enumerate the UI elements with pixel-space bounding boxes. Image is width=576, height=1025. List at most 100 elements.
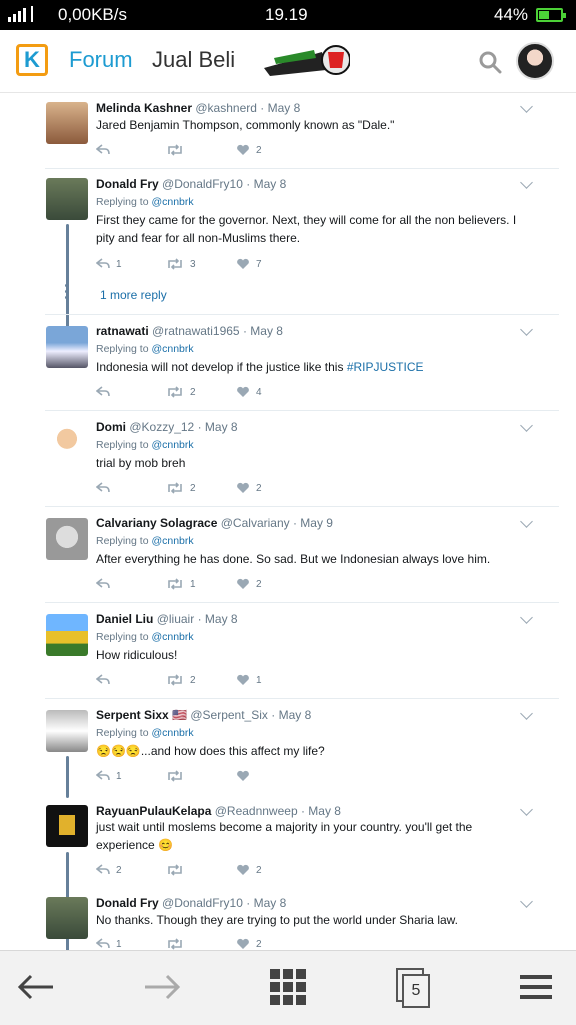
avatar[interactable] [46, 422, 88, 464]
avatar[interactable] [46, 897, 88, 939]
heart-icon [237, 938, 249, 949]
reply-button[interactable] [96, 578, 116, 590]
avatar[interactable] [46, 326, 88, 368]
tweet-handle[interactable]: @DonaldFry10 [162, 896, 243, 910]
tweet-date[interactable]: · May 8 [198, 612, 238, 626]
avatar[interactable] [46, 710, 88, 752]
tweet-date[interactable]: · May 8 [271, 708, 311, 722]
tweet-text: 😒😒😒...and how does this affect my life? [96, 744, 325, 758]
chevron-down-icon[interactable] [520, 611, 533, 624]
nav-jual-beli[interactable]: Jual Beli [152, 47, 235, 73]
chevron-down-icon[interactable] [520, 100, 533, 113]
tweet-author[interactable]: Calvariany Solagrace [96, 516, 217, 530]
tweet-author[interactable]: Serpent Sixx [96, 708, 169, 722]
like-button[interactable]: 7 [236, 258, 262, 270]
retweet-button[interactable] [166, 770, 190, 782]
retweet-button[interactable]: 2 [166, 386, 196, 398]
chevron-down-icon[interactable] [520, 803, 533, 816]
chevron-down-icon[interactable] [520, 895, 533, 908]
reply-mention[interactable]: @cnnbrk [151, 196, 193, 208]
browser-toolbar [0, 950, 576, 1025]
like-button[interactable]: 2 [236, 864, 262, 876]
reply-mention[interactable]: @cnnbrk [151, 631, 193, 643]
avatar[interactable] [46, 518, 88, 560]
reply-icon [96, 770, 110, 781]
sundul-italia-logo[interactable] [262, 40, 350, 82]
tweet-author[interactable]: Donald Fry [96, 177, 159, 191]
profile-avatar[interactable] [516, 42, 554, 80]
reply-icon [96, 938, 110, 949]
reply-button[interactable] [96, 674, 116, 686]
retweet-button[interactable] [166, 144, 190, 156]
reply-mention[interactable]: @cnnbrk [151, 535, 193, 547]
tweet-date[interactable]: · May 9 [293, 516, 333, 530]
apps-grid-button[interactable] [268, 967, 308, 1007]
tweet-handle[interactable]: @kashnerd [195, 101, 257, 115]
tweet-handle[interactable]: @ratnawati1965 [152, 324, 240, 338]
more-replies-link[interactable]: 1 more reply [100, 288, 167, 302]
nav-forum[interactable]: Forum [69, 47, 133, 73]
chevron-down-icon[interactable] [520, 515, 533, 528]
menu-button[interactable] [516, 967, 556, 1007]
chevron-down-icon[interactable] [520, 419, 533, 432]
tweet-handle[interactable]: @DonaldFry10 [162, 177, 243, 191]
reply-button[interactable]: 1 [96, 258, 122, 270]
kaskus-logo[interactable]: K [16, 44, 48, 76]
tweet-text: Jared Benjamin Thompson, commonly known … [96, 118, 395, 132]
chevron-down-icon[interactable] [520, 707, 533, 720]
like-button[interactable] [236, 770, 256, 782]
tweet-handle[interactable]: @Kozzy_12 [129, 420, 194, 434]
reply-mention[interactable]: @cnnbrk [151, 727, 193, 739]
like-button[interactable]: 2 [236, 144, 262, 156]
like-button[interactable]: 4 [236, 386, 262, 398]
tweet-date[interactable]: · May 8 [246, 177, 286, 191]
tweet-date[interactable]: · May 8 [243, 324, 283, 338]
reply-mention[interactable]: @cnnbrk [151, 343, 193, 355]
avatar[interactable] [46, 178, 88, 220]
avatar[interactable] [46, 805, 88, 847]
tweet-date[interactable]: · May 8 [260, 101, 300, 115]
back-button[interactable] [16, 967, 56, 1007]
reply-button[interactable] [96, 386, 116, 398]
reply-button[interactable]: 1 [96, 770, 122, 782]
tabs-button[interactable]: 5 [396, 968, 430, 1008]
chevron-down-icon[interactable] [520, 323, 533, 336]
tweet-author[interactable]: Melinda Kashner [96, 101, 192, 115]
retweet-button[interactable]: 3 [166, 258, 196, 270]
reply-mention[interactable]: @cnnbrk [151, 439, 193, 451]
tweet-author[interactable]: Domi [96, 420, 126, 434]
avatar[interactable] [46, 614, 88, 656]
search-icon[interactable] [478, 50, 502, 74]
chevron-down-icon[interactable] [520, 176, 533, 189]
reply-button[interactable] [96, 482, 116, 494]
reply-icon [96, 258, 110, 269]
like-button[interactable]: 1 [236, 674, 262, 686]
tweet-author[interactable]: Daniel Liu [96, 612, 153, 626]
retweet-button[interactable]: 2 [166, 674, 196, 686]
retweet-button[interactable]: 2 [166, 482, 196, 494]
tweet-text: First they came for the governor. Next, … [96, 213, 517, 245]
tweet-author[interactable]: RayuanPulauKelapa [96, 804, 211, 818]
retweet-button[interactable] [166, 938, 190, 950]
like-button[interactable]: 2 [236, 938, 262, 950]
tweet-date[interactable]: · May 8 [198, 420, 238, 434]
like-button[interactable]: 2 [236, 482, 262, 494]
tweet-handle[interactable]: @liuair [157, 612, 195, 626]
reply-button[interactable]: 1 [96, 938, 122, 950]
reply-button[interactable] [96, 144, 116, 156]
reply-button[interactable]: 2 [96, 864, 122, 876]
tweet-date[interactable]: · May 8 [301, 804, 341, 818]
avatar[interactable] [46, 102, 88, 144]
retweet-button[interactable] [166, 864, 190, 876]
tweet-handle[interactable]: @Calvariany [221, 516, 290, 530]
forward-button[interactable] [142, 967, 182, 1007]
like-button[interactable]: 2 [236, 578, 262, 590]
hashtag-link[interactable]: #RIPJUSTICE [347, 360, 424, 374]
tweet-handle[interactable]: @Readnnweep [215, 804, 298, 818]
tweet-author[interactable]: ratnawati [96, 324, 149, 338]
tweet-date[interactable]: · May 8 [246, 896, 286, 910]
tweet-author[interactable]: Donald Fry [96, 896, 159, 910]
retweet-button[interactable]: 1 [166, 578, 196, 590]
divider [45, 506, 559, 507]
tweet-handle[interactable]: @Serpent_Six [190, 708, 268, 722]
